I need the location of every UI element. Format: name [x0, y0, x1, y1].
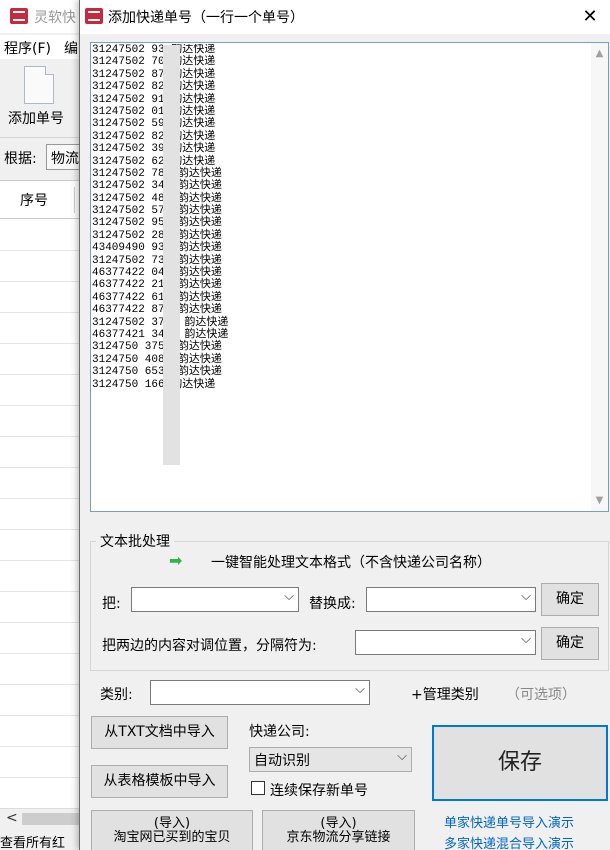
continuous-save-label: 连续保存新单号 [270, 783, 368, 799]
table-row [0, 405, 90, 406]
scroll-left-icon[interactable]: < [6, 810, 18, 826]
table-row [0, 312, 90, 313]
document-icon[interactable] [24, 66, 54, 104]
optional-hint: （可选项） [506, 687, 576, 703]
chevron-down-icon[interactable]: ⌵ [397, 749, 407, 764]
arrow-right-icon: ➡ [169, 551, 183, 570]
courier-select[interactable]: 自动识别 ⌵ [249, 747, 412, 772]
table-row [0, 560, 90, 561]
app-logo-icon [10, 8, 28, 24]
table-row [0, 622, 90, 623]
horizontal-scrollbar[interactable]: < [0, 808, 90, 828]
table-row [0, 684, 90, 685]
basis-label: 根据: [4, 151, 37, 167]
vertical-scrollbar[interactable]: ▲ ▼ [591, 43, 608, 511]
app-logo-icon [85, 8, 103, 24]
table-row [0, 746, 90, 747]
menu-bar: 程序(F) 编 [0, 35, 90, 59]
swap-confirm-button[interactable]: 确定 [541, 627, 599, 660]
chevron-down-icon[interactable]: ⌵ [521, 632, 531, 647]
import-jd-bottom: 京东物流分享链接 [286, 830, 391, 845]
import-template-button[interactable]: 从表格模板中导入 [91, 765, 228, 798]
redaction-block [163, 45, 180, 465]
scroll-thumb[interactable] [22, 813, 82, 825]
dialog-title: 添加快递单号（一行一个单号） [108, 10, 304, 26]
menu-program[interactable]: 程序(F) [4, 38, 51, 58]
category-select[interactable]: ⌵ [150, 680, 370, 705]
close-icon[interactable]: ✕ [573, 2, 607, 32]
column-header-index[interactable]: 序号 [20, 190, 48, 210]
table-row [0, 498, 90, 499]
table-row [0, 436, 90, 437]
tracking-number-textarea[interactable]: 31247502 93 韵达快递 31247502 70 韵达快递 31247502… [90, 42, 609, 512]
smart-format-link[interactable]: 一键智能处理文本格式（不含快递公司名称） [211, 552, 491, 572]
main-title-bar: 灵软快 [0, 0, 90, 33]
table-row [0, 374, 90, 375]
main-window-title: 灵软快 [34, 10, 76, 26]
single-courier-demo-link[interactable]: 单家快递单号导入演示 [444, 812, 574, 831]
scroll-up-icon[interactable]: ▲ [591, 45, 608, 62]
import-jd-top: (导入) [320, 816, 357, 831]
chevron-down-icon[interactable]: ⌵ [521, 589, 531, 604]
import-txt-button[interactable]: 从TXT文档中导入 [91, 716, 228, 749]
courier-value: 自动识别 [254, 753, 310, 769]
table-row [0, 591, 90, 592]
tracking-table: 序号 [0, 180, 90, 808]
menu-edit[interactable]: 编 [64, 38, 78, 58]
import-taobao-button[interactable]: (导入) 淘宝网已买到的宝贝 [91, 810, 253, 850]
save-button[interactable]: 保存 [432, 725, 608, 801]
main-window: 灵软快 程序(F) 编 添加单号 根据: 物流 序号 < 查看所有红 [0, 0, 90, 850]
table-row [0, 343, 90, 344]
table-header: 序号 [0, 181, 90, 219]
category-label: 类别: [100, 687, 133, 703]
toolbar-divider [0, 137, 90, 138]
chevron-down-icon[interactable]: ⌵ [355, 682, 365, 697]
separator-select[interactable]: ⌵ [355, 630, 536, 655]
replace-to-label: 替换成: [309, 596, 356, 612]
import-jd-button[interactable]: (导入) 京东物流分享链接 [262, 810, 415, 850]
courier-label: 快递公司: [249, 724, 310, 740]
table-row [0, 250, 90, 251]
dialog-title-bar: 添加快递单号（一行一个单号） ✕ [80, 0, 610, 34]
import-taobao-top: (导入) [153, 816, 191, 831]
table-row [0, 467, 90, 468]
status-text: 查看所有红 [0, 836, 66, 850]
multi-courier-demo-link[interactable]: 多家快递混合导入演示 [444, 833, 574, 850]
add-tracking-button[interactable]: 添加单号 [8, 108, 64, 128]
table-row [0, 281, 90, 282]
table-row [0, 653, 90, 654]
table-row [0, 529, 90, 530]
column-divider [74, 187, 75, 213]
manage-category-link[interactable]: +管理类别 [411, 684, 479, 704]
scroll-down-icon[interactable]: ▼ [591, 492, 608, 509]
replace-confirm-button[interactable]: 确定 [541, 583, 599, 616]
add-tracking-dialog: 添加快递单号（一行一个单号） ✕ 31247502 93 韵达快递 3124750… [79, 0, 610, 850]
replace-from-label: 把: [102, 596, 121, 612]
table-row [0, 777, 90, 778]
chevron-down-icon[interactable]: ⌵ [284, 589, 294, 604]
batch-group-title: 文本批处理 [96, 531, 174, 551]
continuous-save-checkbox[interactable] [251, 781, 265, 795]
replace-from-select[interactable]: ⌵ [131, 587, 299, 612]
import-taobao-bottom: 淘宝网已买到的宝贝 [113, 830, 231, 845]
swap-label: 把两边的内容对调位置，分隔符为: [102, 638, 317, 654]
replace-to-select[interactable]: ⌵ [366, 587, 536, 612]
table-row [0, 715, 90, 716]
